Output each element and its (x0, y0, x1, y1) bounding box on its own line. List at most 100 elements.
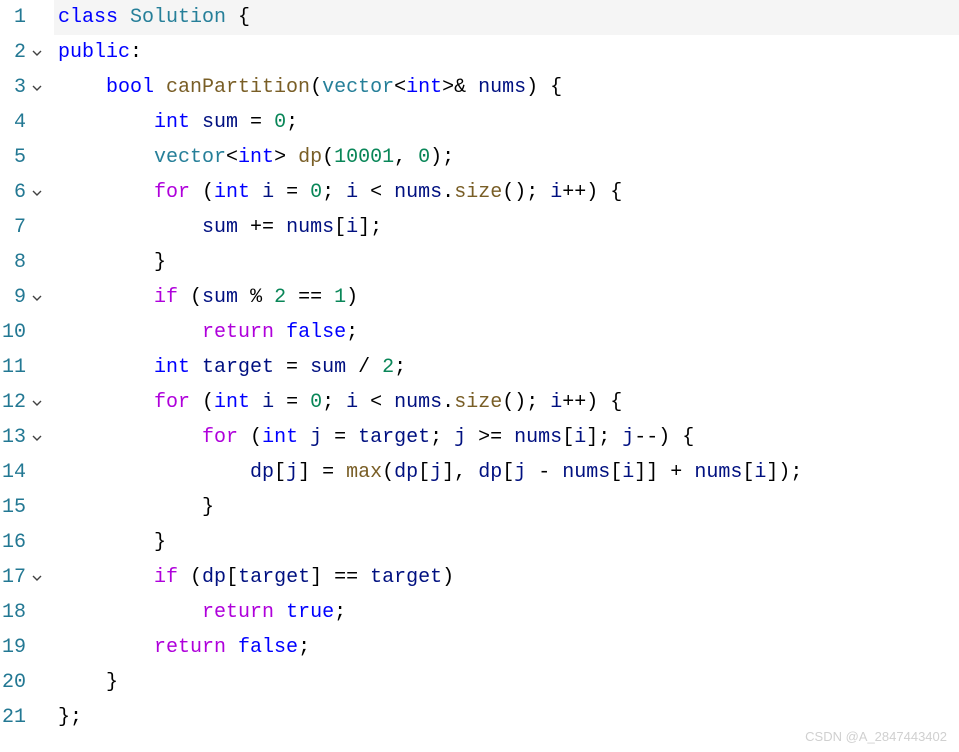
code-line[interactable]: for (int i = 0; i < nums.size(); i++) { (54, 385, 959, 420)
code-token: target (358, 426, 430, 449)
code-token: 0 (310, 181, 322, 204)
fold-chevron-icon[interactable] (28, 432, 46, 444)
code-token: i (262, 391, 274, 414)
code-token: ( (178, 286, 202, 309)
code-token: . (442, 391, 454, 414)
code-token: ( (310, 76, 322, 99)
code-token: i (550, 181, 562, 204)
line-number: 13 (0, 420, 28, 455)
line-number: 7 (0, 210, 28, 245)
fold-chevron-icon[interactable] (28, 47, 46, 59)
code-token: ( (190, 181, 214, 204)
gutter-line: 7 (0, 210, 46, 245)
watermark: CSDN @A_2847443402 (805, 729, 947, 744)
code-token: ( (190, 391, 214, 414)
code-token: nums (394, 181, 442, 204)
code-token: for (202, 426, 238, 449)
code-token: = (274, 181, 310, 204)
code-token: j (454, 426, 466, 449)
code-token: 0 (310, 391, 322, 414)
code-line[interactable]: } (54, 490, 959, 525)
fold-chevron-icon[interactable] (28, 572, 46, 584)
line-number: 11 (0, 350, 28, 385)
code-token: class (58, 6, 130, 29)
gutter-line: 8 (0, 245, 46, 280)
gutter-line: 14 (0, 455, 46, 490)
code-line[interactable]: class Solution { (54, 0, 959, 35)
code-token: size (454, 391, 502, 414)
code-token: for (154, 181, 190, 204)
code-token: false (286, 321, 346, 344)
code-token (274, 321, 286, 344)
code-token: = (274, 391, 310, 414)
code-line[interactable]: return true; (54, 595, 959, 630)
code-token: false (238, 636, 298, 659)
code-token: 10001 (334, 146, 394, 169)
code-line[interactable]: return false; (54, 630, 959, 665)
code-token (58, 146, 154, 169)
code-token: bool (106, 76, 166, 99)
code-line[interactable]: int sum = 0; (54, 105, 959, 140)
fold-chevron-icon[interactable] (28, 82, 46, 94)
code-token: % (238, 286, 274, 309)
code-token: [ (418, 461, 430, 484)
code-line[interactable]: for (int i = 0; i < nums.size(); i++) { (54, 175, 959, 210)
code-token: dp (298, 146, 322, 169)
line-number: 3 (0, 70, 28, 105)
code-token: i (622, 461, 634, 484)
code-token: return (154, 636, 226, 659)
code-area[interactable]: class Solution {public: bool canPartitio… (54, 0, 959, 752)
code-token: canPartition (166, 76, 310, 99)
code-token: nums (694, 461, 742, 484)
code-line[interactable]: vector<int> dp(10001, 0); (54, 140, 959, 175)
code-token: j (286, 461, 298, 484)
code-token: int (154, 111, 202, 134)
fold-chevron-icon[interactable] (28, 187, 46, 199)
gutter-line: 4 (0, 105, 46, 140)
gutter-line: 12 (0, 385, 46, 420)
code-line[interactable]: public: (54, 35, 959, 70)
code-token: vector (154, 146, 226, 169)
code-token: if (154, 566, 178, 589)
code-line[interactable]: } (54, 525, 959, 560)
code-token: if (154, 286, 178, 309)
code-line[interactable]: } (54, 665, 959, 700)
code-editor[interactable]: 123456789101112131415161718192021 class … (0, 0, 959, 752)
line-number: 17 (0, 560, 28, 595)
code-token (58, 426, 202, 449)
code-token: } (58, 531, 166, 554)
code-token (226, 636, 238, 659)
fold-chevron-icon[interactable] (28, 292, 46, 304)
code-token: sum (202, 216, 238, 239)
gutter-line: 17 (0, 560, 46, 595)
code-token: < (358, 181, 394, 204)
code-token: ; (394, 356, 406, 379)
code-token: nums (562, 461, 610, 484)
code-token: dp (478, 461, 502, 484)
line-number: 21 (0, 700, 28, 735)
code-token: = (238, 111, 274, 134)
code-token: ++) { (562, 391, 622, 414)
code-token: ; (322, 391, 346, 414)
code-line[interactable]: return false; (54, 315, 959, 350)
code-token: dp (250, 461, 274, 484)
code-token: nums (394, 391, 442, 414)
code-token: i (550, 391, 562, 414)
code-token (58, 636, 154, 659)
code-token: [ (226, 566, 238, 589)
code-token: (); (502, 181, 550, 204)
code-token: nums (478, 76, 526, 99)
code-line[interactable]: for (int j = target; j >= nums[i]; j--) … (54, 420, 959, 455)
code-line[interactable]: } (54, 245, 959, 280)
code-line[interactable]: if (dp[target] == target) (54, 560, 959, 595)
code-line[interactable]: dp[j] = max(dp[j], dp[j - nums[i]] + num… (54, 455, 959, 490)
code-token: ++) { (562, 181, 622, 204)
code-line[interactable]: int target = sum / 2; (54, 350, 959, 385)
fold-chevron-icon[interactable] (28, 397, 46, 409)
gutter-line: 1 (0, 0, 46, 35)
code-token (58, 111, 154, 134)
code-line[interactable]: bool canPartition(vector<int>& nums) { (54, 70, 959, 105)
code-line[interactable]: if (sum % 2 == 1) (54, 280, 959, 315)
code-line[interactable]: sum += nums[i]; (54, 210, 959, 245)
code-token: [ (742, 461, 754, 484)
